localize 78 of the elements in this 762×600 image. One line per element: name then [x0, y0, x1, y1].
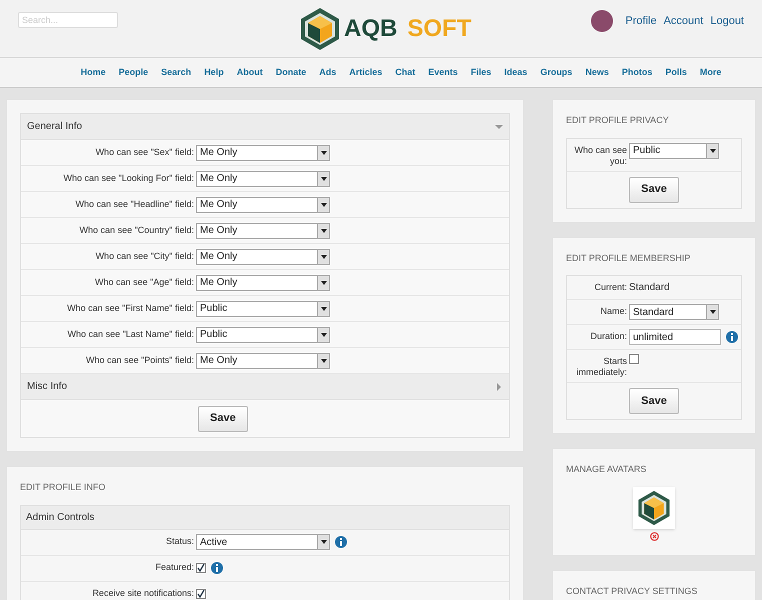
save-button[interactable]: Save: [198, 406, 248, 432]
nav-link[interactable]: Polls: [665, 66, 687, 80]
field-label: Duration:: [589, 330, 627, 342]
panel-title: MANAGE AVATARS: [566, 463, 648, 476]
field-label: Who can see you:: [573, 144, 627, 166]
select-dropdown[interactable]: Public: [629, 142, 719, 158]
caret-down-icon: [495, 122, 503, 130]
nav-link[interactable]: More: [700, 66, 722, 80]
field-label: Status:: [164, 535, 195, 548]
panel-title: EDIT PROFILE PRIVACY: [566, 114, 670, 127]
save-button[interactable]: Save: [629, 176, 679, 202]
nav-link[interactable]: Help: [204, 66, 224, 80]
field-label: Who can see "Last Name" field:: [66, 328, 195, 341]
delete-icon[interactable]: [650, 532, 658, 540]
select-dropdown[interactable]: Me Only: [196, 352, 330, 368]
select-dropdown[interactable]: Me Only: [196, 248, 330, 264]
nav-link[interactable]: Search: [161, 66, 192, 80]
duration-field[interactable]: unlimited: [629, 329, 721, 345]
select-dropdown[interactable]: Standard: [629, 304, 719, 320]
field-label: Current:: [593, 281, 627, 293]
select-dropdown[interactable]: Me Only: [196, 196, 330, 212]
select-dropdown[interactable]: Public: [196, 300, 330, 316]
user-link[interactable]: Profile: [625, 12, 657, 30]
info-icon[interactable]: [211, 562, 223, 574]
nav-link[interactable]: Chat: [395, 66, 416, 80]
field-label: Who can see "Points" field:: [85, 354, 195, 367]
select-dropdown[interactable]: Me Only: [196, 144, 330, 160]
field-label: Starts immediately:: [575, 355, 627, 378]
panel-title: EDIT PROFILE INFO: [20, 481, 106, 494]
field-label: Who can see "Headline" field:: [74, 198, 195, 211]
nav-link[interactable]: About: [236, 66, 263, 80]
cube-avatar-icon: [636, 490, 672, 526]
field-label: Who can see "Country" field:: [78, 224, 195, 237]
nav-link[interactable]: News: [585, 66, 609, 80]
section-header[interactable]: Admin Controls: [21, 506, 509, 530]
field-label: Who can see "First Name" field:: [66, 302, 195, 315]
section-header[interactable]: General Info: [21, 114, 509, 140]
nav-link[interactable]: Events: [428, 66, 458, 80]
field-label: Receive site notifications:: [91, 587, 195, 600]
field-label: Name:: [599, 305, 627, 317]
field-label: Who can see "Age" field:: [94, 276, 195, 289]
field-value: Standard: [629, 281, 670, 295]
nav-link[interactable]: Ads: [319, 66, 336, 80]
info-icon[interactable]: [335, 536, 347, 548]
select-dropdown[interactable]: Active: [196, 534, 330, 550]
panel-title: EDIT PROFILE MEMBERSHIP: [566, 252, 692, 264]
select-dropdown[interactable]: Me Only: [196, 274, 330, 290]
field-label: Who can see "City" field:: [94, 250, 195, 263]
panel-title: CONTACT PRIVACY SETTINGS: [566, 584, 698, 598]
field-label: Who can see "Looking For" field:: [62, 172, 195, 185]
section-title: General Info: [27, 120, 82, 134]
select-dropdown[interactable]: Public: [196, 326, 330, 342]
nav-link[interactable]: Photos: [622, 66, 652, 80]
checkbox[interactable]: [196, 563, 206, 573]
logo[interactable]: AQB SOFT: [298, 6, 472, 50]
nav-link[interactable]: Home: [80, 66, 106, 80]
user-link[interactable]: Logout: [710, 12, 744, 30]
field-label: Featured:: [154, 561, 195, 574]
nav-link[interactable]: Groups: [540, 66, 572, 80]
nav-link[interactable]: Donate: [276, 66, 306, 80]
avatar-thumbnail[interactable]: [633, 486, 675, 528]
field-label: Who can see "Sex" field:: [94, 146, 195, 159]
select-dropdown[interactable]: Me Only: [196, 222, 330, 238]
info-icon[interactable]: [726, 331, 738, 343]
nav-link[interactable]: Articles: [349, 66, 382, 80]
user-link[interactable]: Account: [664, 12, 704, 30]
avatar-icon[interactable]: [591, 10, 614, 32]
caret-right-icon: [495, 382, 503, 390]
section-title: Misc Info: [27, 380, 68, 394]
nav-link[interactable]: Ideas: [504, 66, 528, 80]
checkbox[interactable]: [196, 589, 206, 599]
section-header[interactable]: Misc Info: [21, 374, 509, 400]
select-dropdown[interactable]: Me Only: [196, 170, 330, 186]
nav-link[interactable]: People: [118, 66, 148, 80]
checkbox[interactable]: [629, 354, 639, 364]
save-button[interactable]: Save: [629, 388, 679, 414]
section-title: Admin Controls: [26, 510, 94, 524]
nav-link[interactable]: Files: [470, 66, 492, 80]
